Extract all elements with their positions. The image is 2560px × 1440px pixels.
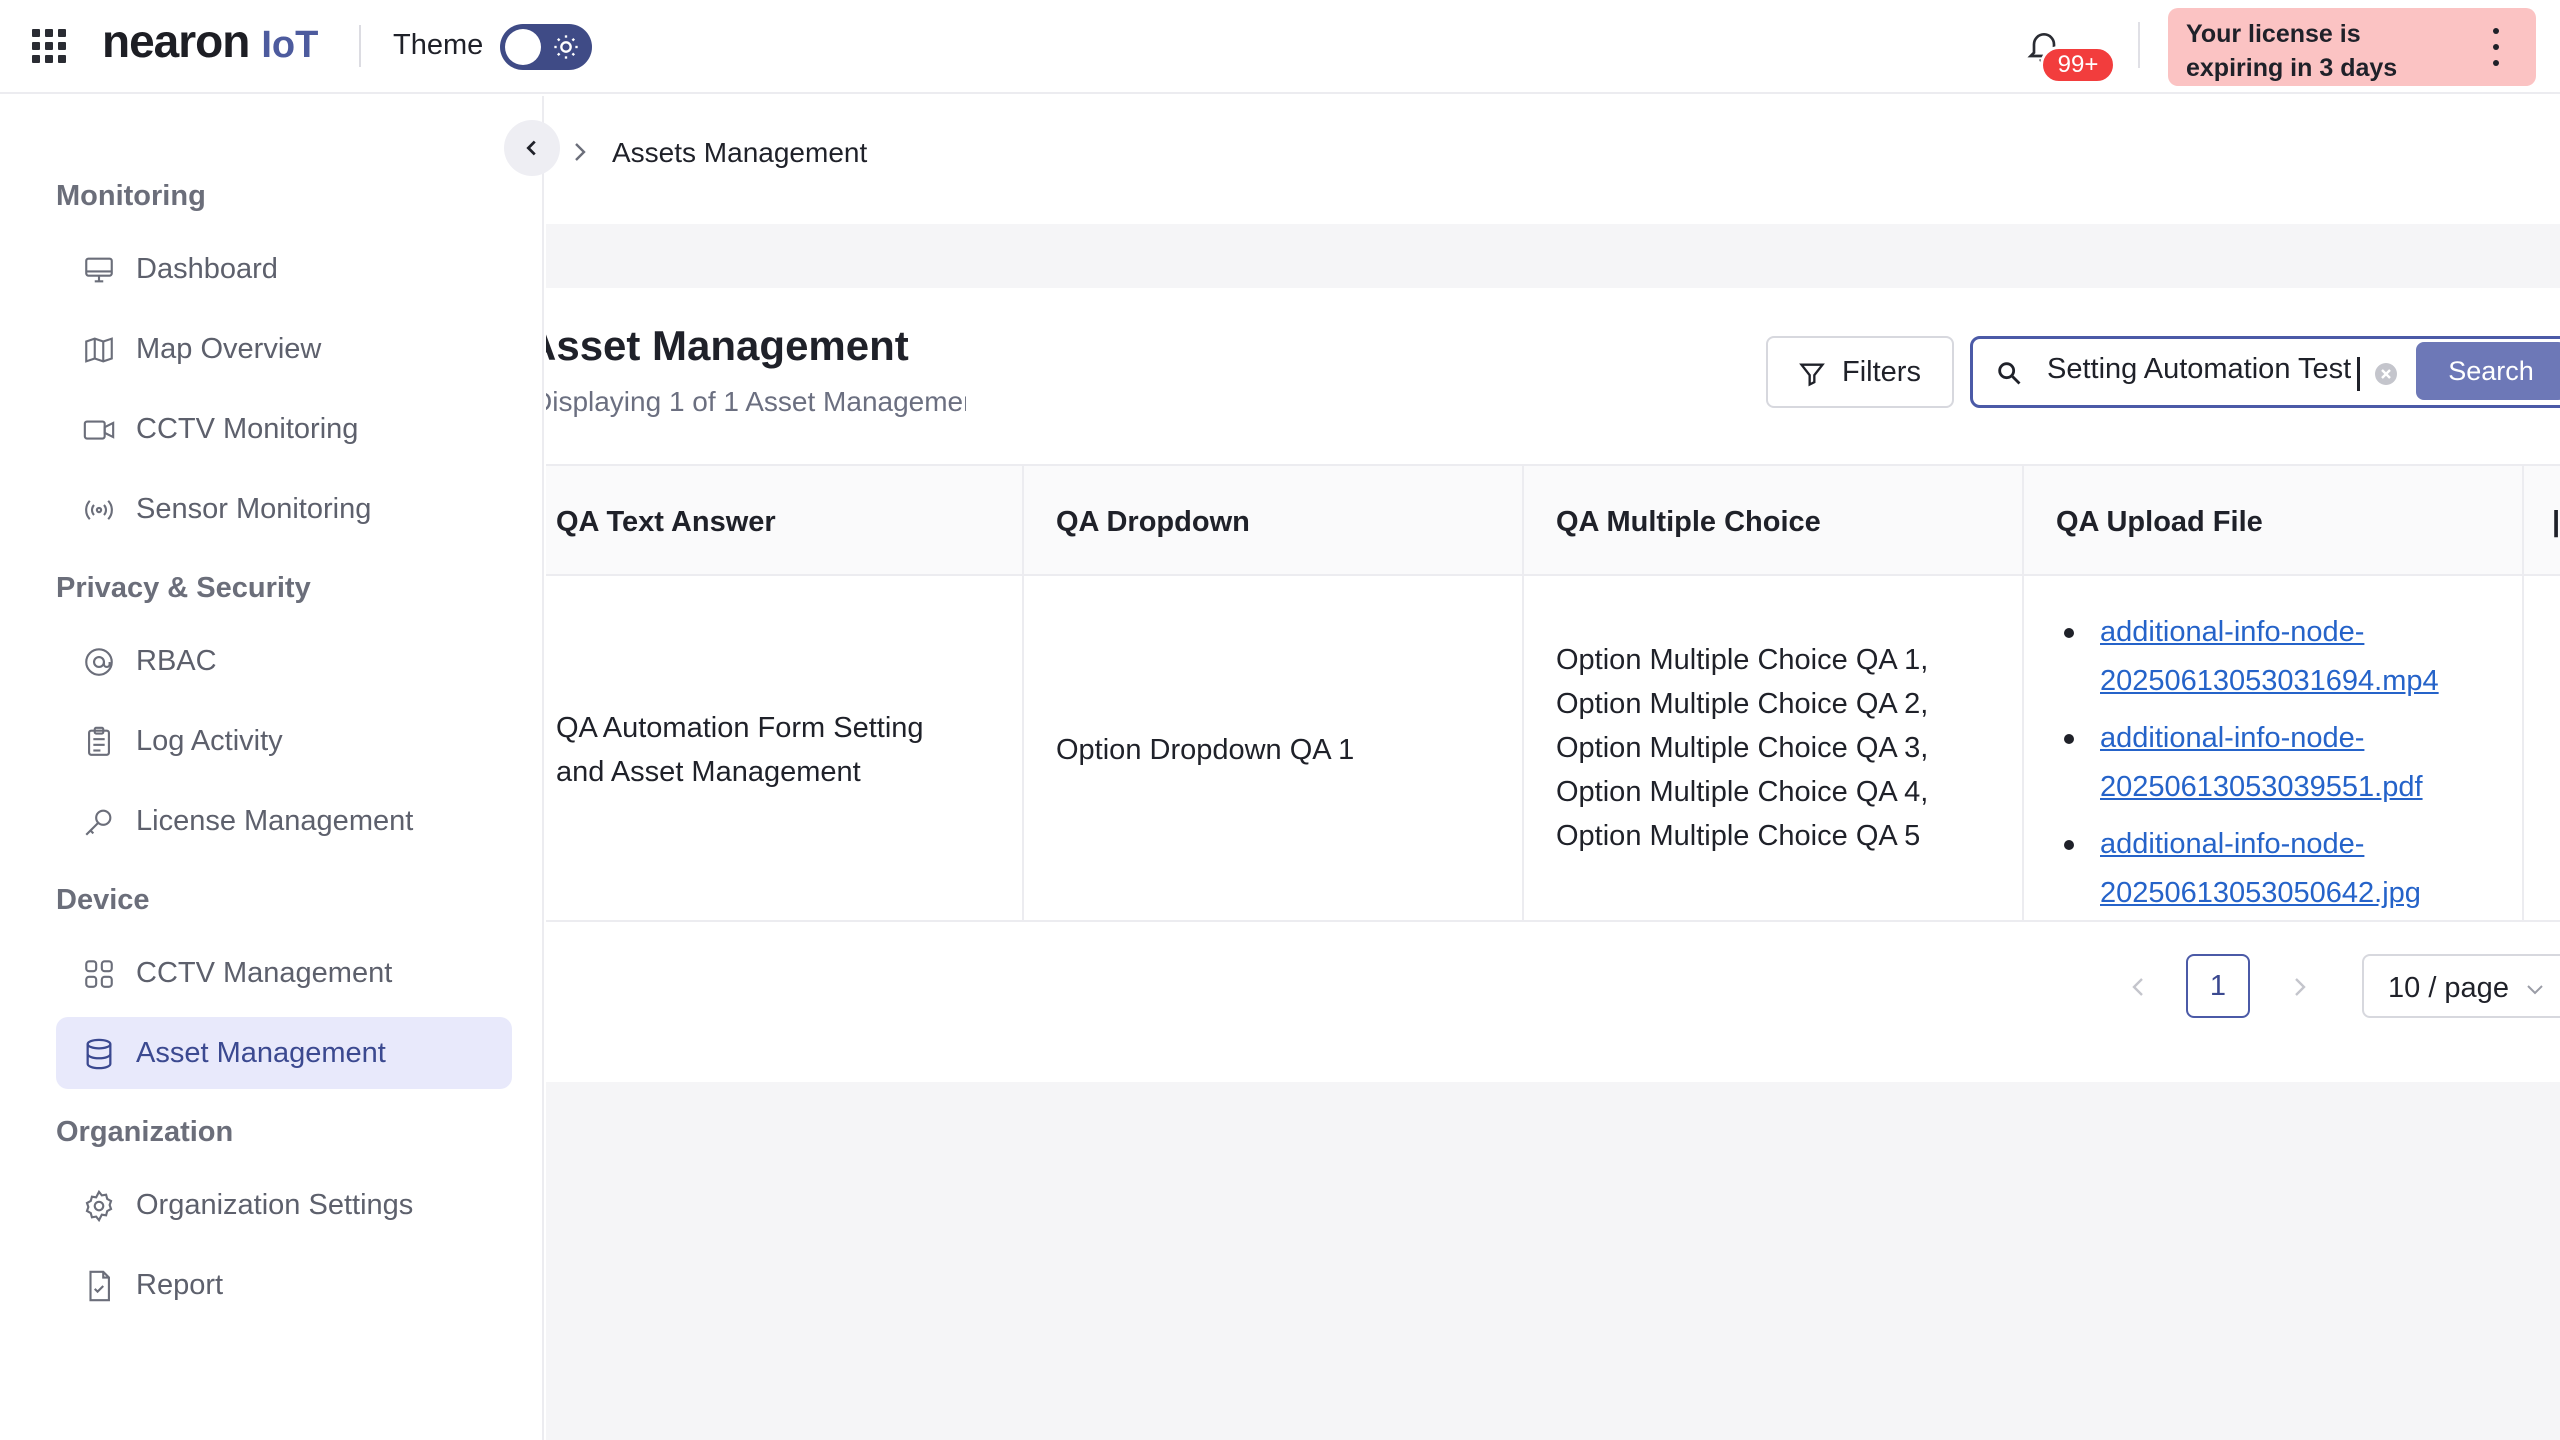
grid-icon bbox=[85, 960, 113, 988]
document-check-icon bbox=[89, 1270, 110, 1302]
sidebar-item-log-activity[interactable]: Log Activity bbox=[56, 705, 512, 777]
column-header-qa-text-answer[interactable]: QA Text Answer bbox=[556, 506, 776, 539]
sidebar-section-monitoring: Monitoring bbox=[56, 180, 206, 212]
file-list-item: additional-info-node-20250613053031694.m… bbox=[2056, 610, 2496, 708]
key-icon bbox=[85, 809, 112, 836]
logo-suffix: IoT bbox=[261, 24, 319, 66]
file-link-pdf[interactable]: additional-info-node-20250613053039551.p… bbox=[2100, 722, 2423, 803]
next-page-icon[interactable] bbox=[2286, 970, 2314, 1004]
chevron-right-icon bbox=[575, 143, 586, 161]
sidebar-item-label: Map Overview bbox=[136, 332, 322, 365]
database-icon bbox=[86, 1038, 112, 1070]
header-divider-right bbox=[2138, 22, 2140, 68]
sidebar-item-label: Log Activity bbox=[136, 724, 283, 757]
page-size-value: 10 / page bbox=[2388, 972, 2509, 1004]
choice-item: Option Multiple Choice QA 2, bbox=[1556, 688, 1929, 720]
cell-qa-dropdown: Option Dropdown QA 1 bbox=[1056, 734, 1355, 766]
sidebar-section-privacy-security: Privacy & Security bbox=[56, 572, 311, 604]
sidebar-item-dashboard[interactable]: Dashboard bbox=[56, 233, 512, 305]
choice-item: Option Multiple Choice QA 5 bbox=[1556, 820, 1921, 852]
page-size-select[interactable]: 10 / page bbox=[2362, 954, 2560, 1018]
sidebar-item-report[interactable]: Report bbox=[56, 1249, 512, 1321]
file-link-jpg[interactable]: additional-info-node-20250613053050642.j… bbox=[2100, 828, 2421, 909]
sidebar-item-label: Report bbox=[136, 1268, 224, 1301]
toggle-knob bbox=[505, 29, 541, 65]
gear-icon bbox=[85, 1189, 113, 1223]
breadcrumb[interactable]: Assets Management bbox=[612, 137, 867, 169]
text-cursor bbox=[2357, 357, 2360, 391]
sidebar-item-label: Organization Settings bbox=[136, 1188, 414, 1221]
sidebar-item-license-management[interactable]: License Management bbox=[56, 785, 512, 857]
monitor-icon bbox=[85, 257, 113, 283]
previous-page-icon[interactable] bbox=[2124, 970, 2152, 1004]
sidebar-item-cctv-monitoring[interactable]: CCTV Monitoring bbox=[56, 393, 512, 465]
column-header-qa-upload-file[interactable]: QA Upload File bbox=[2056, 506, 2263, 539]
column-header-qa-multiple-choice[interactable]: QA Multiple Choice bbox=[1556, 506, 1821, 539]
page-title: Asset Management bbox=[546, 322, 909, 369]
sidebar-item-label: RBAC bbox=[136, 644, 217, 677]
logo: nearon IoT bbox=[102, 14, 318, 74]
search-icon bbox=[1998, 362, 2021, 385]
apps-grid-icon[interactable] bbox=[32, 29, 66, 63]
notification-badge: 99+ bbox=[2040, 46, 2116, 84]
chevron-left-icon bbox=[526, 140, 536, 156]
choice-item: Option Multiple Choice QA 4, bbox=[1556, 776, 1929, 808]
cell-qa-upload-file: additional-info-node-20250613053031694.m… bbox=[2056, 610, 2496, 928]
sidebar-item-asset-management[interactable]: Asset Management bbox=[56, 1017, 512, 1089]
search-button[interactable]: Search bbox=[2416, 342, 2560, 400]
license-warning-banner: Your license is expiring in 3 days bbox=[2168, 8, 2536, 86]
clipboard-icon bbox=[88, 726, 110, 756]
sidebar: Monitoring Dashboard Map Overview CCTV M… bbox=[0, 96, 544, 1440]
page-subtitle: Displaying 1 of 1 Asset Management bbox=[546, 386, 966, 417]
clear-search-icon[interactable] bbox=[2375, 363, 2397, 385]
file-list-item: additional-info-node-20250613053039551.p… bbox=[2056, 716, 2496, 814]
chevron-down-icon bbox=[2527, 985, 2543, 995]
theme-label: Theme bbox=[393, 29, 484, 61]
filters-label: Filters bbox=[1842, 355, 1921, 388]
logo-brand: nearon bbox=[102, 15, 250, 67]
page-number-button[interactable]: 1 bbox=[2186, 954, 2250, 1018]
table-row[interactable]: QA Automation Form Setting and Asset Man… bbox=[546, 576, 2560, 922]
filters-button[interactable]: Filters bbox=[1766, 336, 1954, 408]
map-icon bbox=[85, 337, 113, 363]
content-gap bbox=[546, 224, 2560, 288]
table-header: QA Text Answer QA Dropdown QA Multiple C… bbox=[546, 464, 2560, 576]
sidebar-item-map-overview[interactable]: Map Overview bbox=[56, 313, 512, 385]
search-input[interactable]: Setting Automation Test bbox=[2047, 353, 2377, 393]
file-link-mp4[interactable]: additional-info-node-20250613053031694.m… bbox=[2100, 616, 2439, 697]
license-warning-text: Your license is expiring in 3 days bbox=[2186, 20, 2398, 82]
sidebar-item-sensor-monitoring[interactable]: Sensor Monitoring bbox=[56, 473, 512, 545]
header-divider bbox=[359, 25, 361, 67]
cell-qa-multiple-choice: Option Multiple Choice QA 1, Option Mult… bbox=[1556, 638, 1996, 858]
cell-qa-text-answer: QA Automation Form Setting and Asset Man… bbox=[556, 712, 924, 788]
sidebar-item-label: Dashboard bbox=[136, 252, 278, 285]
filter-icon bbox=[1799, 363, 1825, 387]
content-background bbox=[546, 1082, 2560, 1440]
page-header: Asset Management Displaying 1 of 1 Asset… bbox=[546, 318, 966, 428]
sidebar-item-rbac[interactable]: RBAC bbox=[56, 625, 512, 697]
sidebar-item-organization-settings[interactable]: Organization Settings bbox=[56, 1169, 512, 1241]
theme-toggle[interactable] bbox=[500, 24, 592, 70]
choice-item: Option Multiple Choice QA 3, bbox=[1556, 732, 1929, 764]
sidebar-section-device: Device bbox=[56, 884, 150, 916]
file-list-item: additional-info-node-20250613053050642.j… bbox=[2056, 822, 2496, 920]
sidebar-item-label: License Management bbox=[136, 804, 414, 837]
top-header: nearon IoT Theme 99+ Your license is exp… bbox=[0, 0, 2560, 94]
sensor-icon bbox=[85, 500, 113, 520]
sidebar-section-organization: Organization bbox=[56, 1116, 234, 1148]
at-sign-icon bbox=[85, 648, 113, 676]
column-header-next-partial: | bbox=[2552, 506, 2560, 538]
sidebar-item-label: CCTV Monitoring bbox=[136, 412, 359, 445]
sidebar-item-label: Sensor Monitoring bbox=[136, 492, 372, 525]
choice-item: Option Multiple Choice QA 1, bbox=[1556, 644, 1929, 676]
sun-icon bbox=[554, 35, 578, 59]
sidebar-item-cctv-management[interactable]: CCTV Management bbox=[56, 937, 512, 1009]
video-camera-icon bbox=[83, 420, 115, 440]
more-options-icon[interactable] bbox=[2492, 28, 2500, 66]
collapse-sidebar-button[interactable] bbox=[504, 120, 560, 176]
column-header-qa-dropdown[interactable]: QA Dropdown bbox=[1056, 506, 1250, 539]
sidebar-item-label: CCTV Management bbox=[136, 956, 393, 989]
sidebar-item-label: Asset Management bbox=[136, 1036, 386, 1069]
